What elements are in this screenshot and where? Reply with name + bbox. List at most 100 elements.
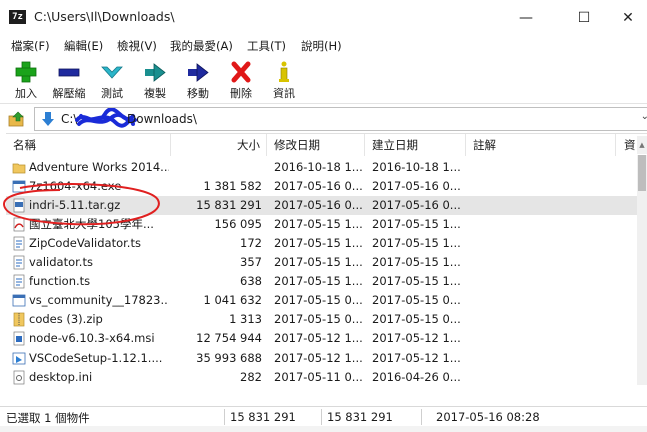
menu-bar: 檔案(F) 編輯(E) 檢視(V) 我的最愛(A) 工具(T) 說明(H) xyxy=(0,36,647,56)
file-size: 172 xyxy=(240,236,262,251)
add-label: 加入 xyxy=(15,87,37,100)
file-created: 2017-05-15 0... xyxy=(372,293,461,308)
move-icon xyxy=(188,63,209,82)
status-divider xyxy=(224,409,225,425)
menu-file[interactable]: 檔案(F) xyxy=(11,38,50,54)
file-row[interactable]: vs_community__17823... 1 041 632 2017-05-1… xyxy=(6,291,637,310)
toolbar: 加入 解壓縮 測試 複製 移動 刪除 資訊 xyxy=(0,56,647,104)
delete-button[interactable]: 刪除 xyxy=(221,58,261,102)
file-row[interactable]: codes (3).zip 1 313 2017-05-15 0... 2017-05… xyxy=(6,310,637,329)
folder-up-icon[interactable] xyxy=(8,110,26,128)
file-name: codes (3).zip xyxy=(29,312,103,327)
close-button[interactable]: ✕ xyxy=(605,4,647,32)
menu-help[interactable]: 說明(H) xyxy=(301,38,342,54)
menu-view[interactable]: 檢視(V) xyxy=(117,38,157,54)
file-modified: 2017-05-15 0... xyxy=(274,312,363,327)
file-size: 638 xyxy=(240,274,262,289)
file-modified: 2017-05-16 0... xyxy=(274,198,363,213)
arrow-down-icon xyxy=(42,112,54,126)
status-packed-size: 15 831 291 xyxy=(327,410,393,424)
menu-edit[interactable]: 編輯(E) xyxy=(64,38,103,54)
minimize-button[interactable]: — xyxy=(503,4,549,32)
menu-favorites[interactable]: 我的最愛(A) xyxy=(170,38,233,54)
test-label: 測試 xyxy=(101,87,123,100)
file-size xyxy=(171,158,262,177)
column-size[interactable]: 大小 xyxy=(171,134,267,156)
column-name[interactable]: 名稱 xyxy=(6,134,171,156)
file-name: Adventure Works 2014... xyxy=(29,160,169,174)
file-size: 1 041 632 xyxy=(203,293,262,308)
exe-icon xyxy=(12,294,26,307)
file-created: 2017-05-16 0... xyxy=(372,179,461,194)
scrollbar-thumb[interactable] xyxy=(638,155,646,191)
file-name: VSCodeSetup-1.12.1.... xyxy=(29,350,163,365)
file-modified: 2017-05-11 0... xyxy=(274,369,363,384)
file-modified: 2017-05-15 1... xyxy=(274,255,363,270)
address-input[interactable]: C:\ Downloads\ ⌄ xyxy=(34,107,647,131)
menu-tools[interactable]: 工具(T) xyxy=(247,38,286,54)
status-divider xyxy=(421,409,422,425)
file-modified: 2017-05-15 1... xyxy=(274,217,363,232)
copy-button[interactable]: 複製 xyxy=(135,58,175,102)
column-modified[interactable]: 修改日期 xyxy=(267,134,365,156)
file-row[interactable]: desktop.ini 282 2017-05-11 0... 2016-04-26 … xyxy=(6,368,637,385)
chevron-down-icon[interactable]: ⌄ xyxy=(641,111,647,122)
file-icon xyxy=(13,236,25,251)
file-modified: 2017-05-15 1... xyxy=(274,236,363,251)
file-created: 2017-05-15 0... xyxy=(372,312,461,327)
file-row[interactable]: ZipCodeValidator.ts 172 2017-05-15 1... 201… xyxy=(6,234,637,253)
column-created[interactable]: 建立日期 xyxy=(365,134,466,156)
address-suffix: Downloads\ xyxy=(127,112,197,126)
file-icon xyxy=(13,274,25,289)
move-label: 移動 xyxy=(187,87,209,100)
file-created: 2017-05-12 1... xyxy=(372,331,461,346)
delete-icon xyxy=(231,61,251,83)
ini-icon xyxy=(13,370,25,384)
file-name: ZipCodeValidator.ts xyxy=(29,236,141,251)
file-size: 1 381 582 xyxy=(203,179,262,194)
vscode-icon xyxy=(12,352,26,364)
address-bar: C:\ Downloads\ ⌄ xyxy=(0,106,647,132)
column-comment[interactable]: 註解 xyxy=(466,134,616,156)
status-date: 2017-05-16 08:28 xyxy=(436,410,540,424)
status-selection: 已選取 1 個物件 xyxy=(6,411,90,425)
file-modified: 2016-10-18 1... xyxy=(274,160,363,174)
minimize-icon[interactable]: — xyxy=(519,10,533,26)
scroll-up-button[interactable]: ▲ xyxy=(637,136,647,154)
info-button[interactable]: 資訊 xyxy=(264,58,304,102)
file-created: 2017-05-12 1... xyxy=(372,350,461,365)
maximize-button[interactable]: ☐ xyxy=(561,4,607,32)
file-created: 2017-05-16 0... xyxy=(372,198,461,213)
file-name: vs_community__17823... xyxy=(29,293,169,308)
vertical-scrollbar[interactable] xyxy=(637,155,647,385)
test-button[interactable]: 測試 xyxy=(92,58,132,102)
maximize-icon[interactable]: ☐ xyxy=(578,10,591,26)
add-button[interactable]: 加入 xyxy=(6,58,46,102)
status-divider xyxy=(321,409,322,425)
extract-label: 解壓縮 xyxy=(52,87,86,100)
extract-icon xyxy=(58,68,80,77)
file-size: 282 xyxy=(240,369,262,384)
file-row[interactable]: function.ts 638 2017-05-15 1... 2017-05-15 … xyxy=(6,272,637,291)
add-icon xyxy=(15,61,37,83)
info-label: 資訊 xyxy=(273,87,295,100)
red-circle-annotation xyxy=(2,183,160,226)
file-size: 35 993 688 xyxy=(196,350,262,365)
file-icon xyxy=(13,255,25,270)
file-row[interactable]: Adventure Works 2014... 2016-10-18 1... 20… xyxy=(6,158,637,177)
file-row[interactable]: VSCodeSetup-1.12.1.... 35 993 688 2017-05-… xyxy=(6,349,637,368)
file-modified: 2017-05-15 0... xyxy=(274,293,363,308)
close-icon[interactable]: ✕ xyxy=(622,10,634,26)
move-button[interactable]: 移動 xyxy=(178,58,218,102)
delete-label: 刪除 xyxy=(230,87,252,100)
file-created: 2017-05-15 1... xyxy=(372,217,461,232)
copy-label: 複製 xyxy=(144,87,166,100)
file-row[interactable]: validator.ts 357 2017-05-15 1... 2017-05-15… xyxy=(6,253,637,272)
copy-icon xyxy=(145,63,166,82)
file-row[interactable]: node-v6.10.3-x64.msi 12 754 944 2017-05-12… xyxy=(6,329,637,348)
extract-button[interactable]: 解壓縮 xyxy=(49,58,89,102)
file-name: validator.ts xyxy=(29,255,93,270)
app-7zip-icon: 7z xyxy=(9,10,26,24)
zip-icon xyxy=(13,313,25,327)
file-created: 2016-04-26 0... xyxy=(372,369,461,384)
